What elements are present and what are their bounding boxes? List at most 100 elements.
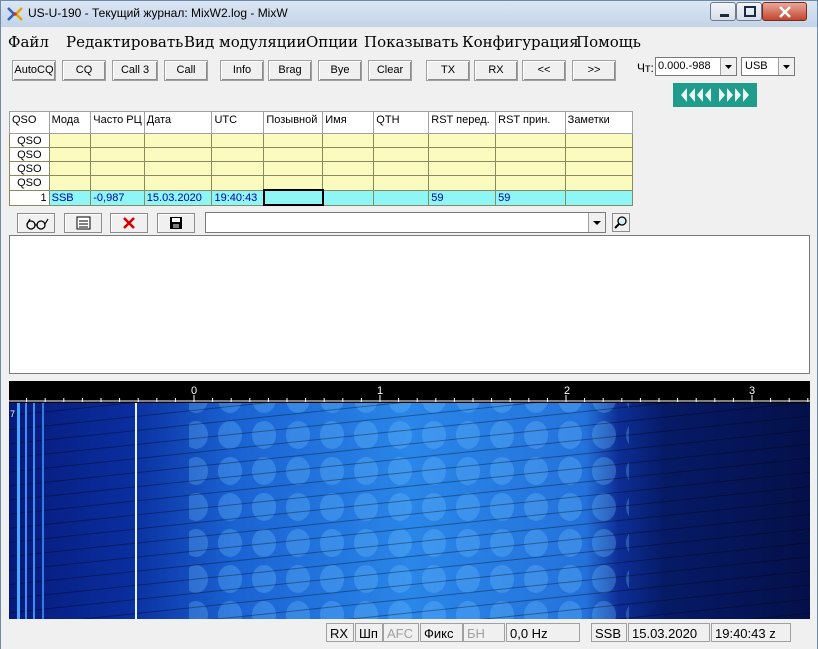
qso-date[interactable]: 15.03.2020	[143, 189, 213, 206]
status-afc[interactable]: AFC	[383, 623, 419, 642]
maximize-button[interactable]	[736, 2, 762, 21]
qso-mode[interactable]: SSB	[48, 189, 92, 206]
qso-number: 1	[9, 189, 50, 206]
macro-toolbar: AutoCQ CQ Call 3 Call Info Brag Bye Clea…	[9, 57, 633, 85]
window-title: US-U-190 - Текущий журнал: MixW2.log - M…	[28, 6, 288, 20]
header-callsign[interactable]: Позывной	[263, 111, 324, 134]
chevron-down-icon[interactable]	[588, 213, 605, 232]
clear-button[interactable]: Clear	[368, 60, 412, 81]
log-header-row: QSO Мода Часто РЦ Дата UTC Позывной Имя …	[9, 111, 634, 134]
qso-name-field[interactable]	[322, 189, 375, 206]
header-qso[interactable]: QSO	[9, 111, 50, 134]
rx-button[interactable]: RX	[474, 60, 518, 81]
status-shp[interactable]: Шп	[355, 623, 383, 642]
menu-mode[interactable]: Вид модуляции	[184, 33, 306, 51]
carrier-line	[17, 403, 20, 619]
qso-qth-field[interactable]	[373, 189, 430, 206]
header-qth[interactable]: QTH	[373, 111, 430, 134]
minimize-button[interactable]	[710, 2, 736, 21]
carrier-line	[25, 403, 27, 619]
active-qso-row[interactable]: 1 SSB -0,987 15.03.2020 19:40:43 59 59	[9, 189, 634, 206]
menu-options[interactable]: Опции	[306, 33, 358, 51]
header-rst-rcvd[interactable]: RST прин.	[495, 111, 566, 134]
autocq-button[interactable]: AutoCQ	[12, 60, 56, 81]
log-icon	[76, 216, 91, 230]
frequency-select[interactable]: 0.000.-988	[655, 57, 737, 76]
tuning-indicator[interactable]	[673, 83, 757, 107]
call3-button[interactable]: Call 3	[112, 60, 158, 81]
bye-button[interactable]: Bye	[318, 60, 362, 81]
lookup-button[interactable]	[17, 213, 55, 233]
table-row[interactable]: QSO	[9, 161, 634, 176]
status-bar: RX Шп AFC Фикс БН 0,0 Hz SSB 15.03.2020 …	[1, 621, 817, 649]
frequency-scale	[9, 381, 810, 403]
spectrum-streaks	[9, 403, 810, 619]
sideband-select[interactable]: USB	[741, 57, 795, 76]
header-notes[interactable]: Заметки	[564, 111, 634, 134]
header-mode[interactable]: Мода	[48, 111, 92, 134]
chevron-down-icon[interactable]	[778, 58, 794, 75]
waterfall-display[interactable]: 0 1 2 3 7	[9, 381, 810, 619]
carrier-line	[33, 403, 35, 619]
maximize-icon	[744, 6, 756, 17]
header-frequency[interactable]: Часто РЦ	[90, 111, 145, 134]
header-rst-sent[interactable]: RST перед.	[428, 111, 497, 134]
tuning-arrows-icon	[681, 88, 749, 102]
header-date[interactable]: Дата	[143, 111, 213, 134]
qso-utc[interactable]: 19:40:43	[211, 189, 265, 206]
log-grid: QSO Мода Часто РЦ Дата UTC Позывной Имя …	[9, 111, 634, 211]
menu-help[interactable]: Помощь	[576, 33, 641, 51]
status-date: 15.03.2020	[628, 623, 710, 642]
receive-text-area[interactable]	[9, 235, 810, 374]
row-label: QSO	[9, 133, 50, 148]
tx-button[interactable]: TX	[426, 60, 470, 81]
callsign-search-combo[interactable]	[205, 212, 606, 233]
menu-bar: Файл Редактировать Вид модуляции Опции П…	[1, 29, 817, 53]
next-button[interactable]: >>	[572, 60, 616, 81]
chevron-down-icon[interactable]	[720, 58, 736, 75]
scale-label-0: 0	[191, 385, 197, 397]
header-name[interactable]: Имя	[322, 111, 375, 134]
sideband-value: USB	[745, 60, 768, 72]
cq-button[interactable]: CQ	[62, 60, 106, 81]
scale-label-1: 1	[377, 385, 383, 397]
menu-file[interactable]: Файл	[8, 33, 49, 51]
callsign-field[interactable]	[262, 189, 324, 206]
brag-button[interactable]: Brag	[268, 60, 312, 81]
search-button[interactable]	[612, 213, 630, 232]
save-button[interactable]	[157, 213, 195, 233]
close-icon	[779, 6, 791, 18]
status-fix[interactable]: Фикс	[420, 623, 463, 642]
log-table: QSO Мода Часто РЦ Дата UTC Позывной Имя …	[9, 111, 634, 206]
qso-frequency[interactable]: -0,987	[90, 189, 145, 206]
mixw-app-icon	[7, 7, 23, 21]
menu-edit[interactable]: Редактировать	[66, 33, 183, 51]
row-label: QSO	[9, 161, 50, 176]
qso-notes[interactable]	[564, 189, 634, 206]
prev-button[interactable]: <<	[522, 60, 566, 81]
search-icon	[614, 216, 627, 229]
status-offset: 0,0 Hz	[506, 623, 580, 642]
log-entry-button[interactable]	[64, 213, 102, 233]
status-mode[interactable]: SSB	[591, 623, 627, 642]
header-utc[interactable]: UTC	[211, 111, 265, 134]
call-button[interactable]: Call	[164, 60, 208, 81]
row-label: QSO	[9, 147, 50, 162]
table-row[interactable]: QSO	[9, 147, 634, 162]
title-bar[interactable]: US-U-190 - Текущий журнал: MixW2.log - M…	[1, 1, 817, 27]
menu-configuration[interactable]: Конфигурация	[462, 33, 579, 51]
info-button[interactable]: Info	[220, 60, 264, 81]
qso-rst-sent[interactable]: 59	[428, 189, 497, 206]
menu-view[interactable]: Показывать	[364, 33, 458, 51]
table-row[interactable]: QSO	[9, 175, 634, 191]
delete-button[interactable]	[110, 213, 148, 233]
table-row[interactable]: QSO	[9, 133, 634, 148]
status-bn[interactable]: БН	[463, 623, 505, 642]
status-rx[interactable]: RX	[326, 623, 354, 642]
qso-rst-rcvd[interactable]: 59	[495, 189, 566, 206]
scale-label-2: 2	[564, 385, 570, 397]
waterfall-svg: 0 1 2 3 7	[9, 381, 810, 619]
glasses-icon	[26, 218, 49, 230]
close-button[interactable]	[762, 2, 807, 21]
waterfall-left-mark: 7	[10, 409, 15, 419]
